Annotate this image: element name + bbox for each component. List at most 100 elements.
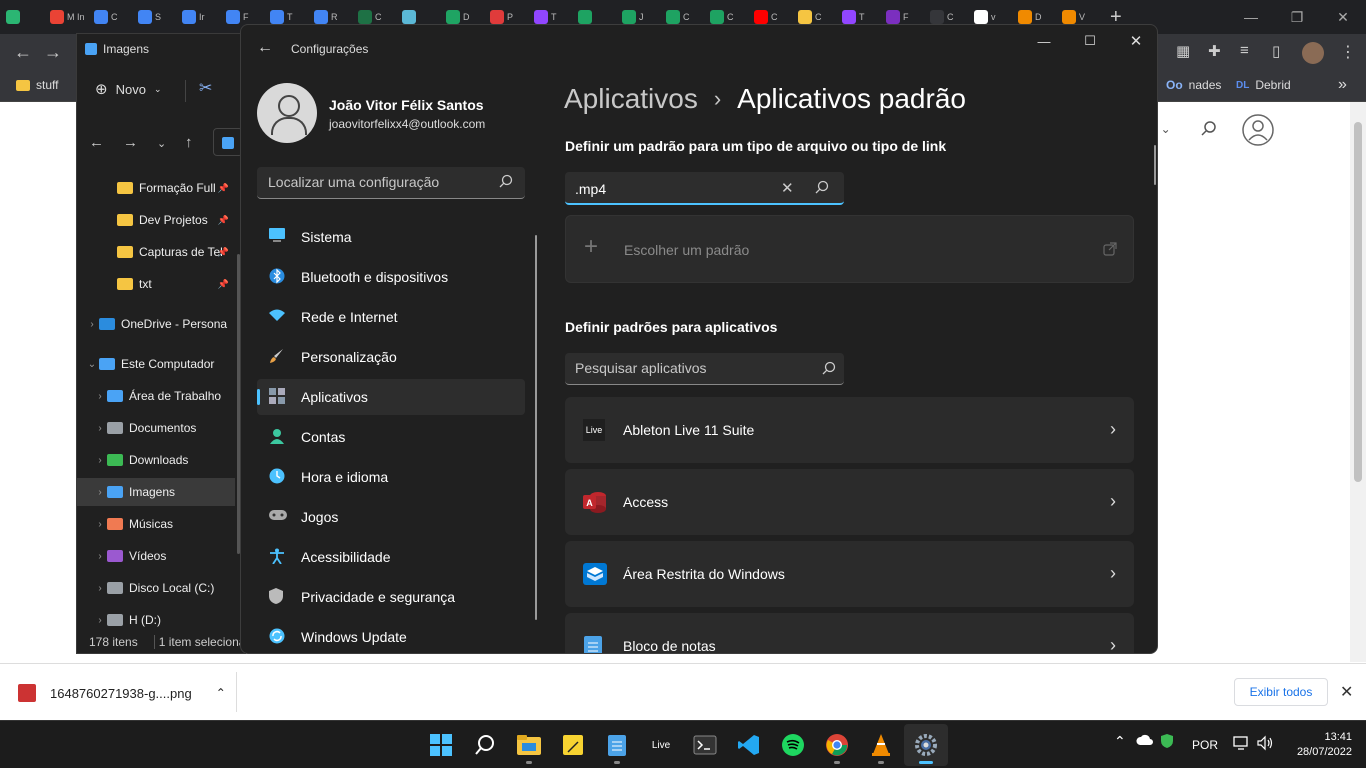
- chevron-icon[interactable]: ›: [93, 423, 107, 434]
- browser-back-icon[interactable]: ←: [14, 42, 32, 63]
- clock[interactable]: 13:41 28/07/2022: [1290, 730, 1352, 760]
- nav-item-bluetooth[interactable]: Bluetooth e dispositivos: [257, 259, 525, 295]
- nav-tree-item[interactable]: Formação Full 📌: [77, 174, 235, 202]
- nav-tree-item[interactable]: ⌄ Este Computador: [77, 350, 235, 378]
- page-account-icon[interactable]: [1242, 114, 1274, 151]
- chevron-icon[interactable]: ⌄: [85, 359, 99, 370]
- vscode-icon[interactable]: [736, 732, 762, 758]
- search-icon[interactable]: [472, 732, 498, 758]
- language-indicator[interactable]: POR: [1192, 738, 1218, 752]
- nav-item-sistema[interactable]: Sistema: [257, 219, 525, 255]
- bookmark-debrid[interactable]: DL Debrid: [1236, 78, 1291, 92]
- address-bar[interactable]: [213, 128, 243, 156]
- chevron-icon[interactable]: ›: [93, 487, 107, 498]
- nav-tree-item[interactable]: › Vídeos: [77, 542, 235, 570]
- qr-code-icon[interactable]: ▦: [1176, 42, 1190, 60]
- start-button[interactable]: [428, 732, 454, 758]
- maximize-button[interactable]: ☐: [1067, 25, 1113, 57]
- nav-tree-item[interactable]: › Músicas: [77, 510, 235, 538]
- browser-restore-button[interactable]: ❐: [1274, 0, 1320, 34]
- choose-default-card[interactable]: + Escolher um padrão: [565, 215, 1134, 283]
- nav-scrollbar[interactable]: [535, 235, 537, 620]
- browser-tab[interactable]: Ir: [176, 0, 220, 34]
- file-explorer-icon[interactable]: [516, 732, 542, 758]
- nav-tree-item[interactable]: › H (D:): [77, 606, 235, 634]
- terminal-icon[interactable]: [692, 732, 718, 758]
- nav-item-jogos[interactable]: Jogos: [257, 499, 525, 535]
- cut-icon[interactable]: ✂: [199, 78, 212, 98]
- nav-item-personalizacao[interactable]: Personalização: [257, 339, 525, 375]
- app-list-item[interactable]: Área Restrita do Windows ›: [565, 541, 1134, 607]
- browser-tab[interactable]: M In: [44, 0, 88, 34]
- show-all-downloads-button[interactable]: Exibir todos: [1234, 678, 1328, 706]
- spotify-icon[interactable]: [780, 732, 806, 758]
- breadcrumb-parent[interactable]: Aplicativos: [564, 83, 698, 115]
- nav-tree-item[interactable]: › Downloads: [77, 446, 235, 474]
- extensions-icon[interactable]: ✚: [1208, 42, 1221, 60]
- network-icon[interactable]: [1232, 735, 1250, 754]
- nav-tree-item[interactable]: › Imagens: [77, 478, 235, 506]
- nav-tree-item[interactable]: › Documentos: [77, 414, 235, 442]
- file-type-input[interactable]: .mp4 ✕: [565, 172, 844, 205]
- nav-item-rede[interactable]: Rede e Internet: [257, 299, 525, 335]
- more-bookmarks-icon[interactable]: »: [1338, 76, 1347, 94]
- nav-item-acessibilidade[interactable]: Acessibilidade: [257, 539, 525, 575]
- nav-tree-item[interactable]: txt 📌: [77, 270, 235, 298]
- chevron-icon[interactable]: ›: [93, 615, 107, 626]
- nav-tree-item[interactable]: › Área de Trabalho: [77, 382, 235, 410]
- explorer-up-icon[interactable]: ↑: [185, 134, 193, 151]
- chevron-icon[interactable]: ›: [93, 455, 107, 466]
- browser-minimize-button[interactable]: —: [1228, 0, 1274, 34]
- nav-tree-item[interactable]: Capturas de Tel 📌: [77, 238, 235, 266]
- nav-tree-item[interactable]: Dev Projetos 📌: [77, 206, 235, 234]
- clear-icon[interactable]: ✕: [781, 179, 794, 197]
- nav-item-hora[interactable]: Hora e idioma: [257, 459, 525, 495]
- page-scrollbar[interactable]: [1350, 102, 1366, 662]
- download-item[interactable]: 1648760271938-g....png ⌃: [18, 684, 226, 702]
- volume-icon[interactable]: [1256, 735, 1274, 754]
- minimize-button[interactable]: —: [1021, 25, 1067, 57]
- browser-close-button[interactable]: ✕: [1320, 0, 1366, 34]
- browser-tab[interactable]: C: [88, 0, 132, 34]
- nav-item-privacidade[interactable]: Privacidade e segurança: [257, 579, 525, 615]
- app-list-item[interactable]: Live Ableton Live 11 Suite ›: [565, 397, 1134, 463]
- app-search[interactable]: [565, 353, 844, 385]
- settings-search-input[interactable]: [257, 167, 487, 197]
- chevron-icon[interactable]: ›: [93, 551, 107, 562]
- search-icon[interactable]: [815, 180, 829, 199]
- search-icon[interactable]: [499, 174, 513, 193]
- nav-tree-item[interactable]: › OneDrive - Persona: [77, 310, 235, 338]
- browser-tab[interactable]: S: [132, 0, 176, 34]
- chevron-up-icon[interactable]: ⌃: [216, 686, 226, 700]
- explorer-back-icon[interactable]: ←: [89, 134, 104, 151]
- back-arrow-icon[interactable]: ←: [257, 39, 273, 57]
- close-download-bar-icon[interactable]: ✕: [1340, 682, 1353, 702]
- settings-gear-icon[interactable]: [913, 732, 939, 758]
- recent-locations-icon[interactable]: ⌄: [157, 137, 166, 150]
- vlc-icon[interactable]: [868, 732, 894, 758]
- browser-tab[interactable]: [0, 0, 44, 34]
- security-shield-icon[interactable]: [1160, 733, 1174, 752]
- new-button[interactable]: ⊕ Novo ⌄: [95, 80, 161, 98]
- onedrive-icon[interactable]: [1136, 734, 1154, 749]
- side-panel-icon[interactable]: ▯: [1272, 42, 1280, 60]
- nav-tree-item[interactable]: › Disco Local (C:): [77, 574, 235, 602]
- app-list-item[interactable]: A Access ›: [565, 469, 1134, 535]
- nav-item-windows[interactable]: Windows Update: [257, 619, 525, 653]
- chevron-icon[interactable]: ›: [93, 391, 107, 402]
- page-scrollbar-thumb[interactable]: [1354, 122, 1362, 482]
- nav-item-aplicativos[interactable]: Aplicativos: [257, 379, 525, 415]
- user-profile[interactable]: João Vitor Félix Santos joaovitorfelixx4…: [257, 83, 527, 143]
- chevron-icon[interactable]: ›: [93, 519, 107, 530]
- app-list-item[interactable]: Bloco de notas ›: [565, 613, 1134, 653]
- search-icon[interactable]: [822, 361, 836, 380]
- browser-menu-icon[interactable]: ⋮: [1340, 42, 1356, 62]
- browser-forward-icon[interactable]: →: [44, 42, 62, 63]
- close-button[interactable]: ✕: [1113, 25, 1157, 57]
- chevron-up-icon[interactable]: ⌃: [1114, 733, 1126, 750]
- app-search-input[interactable]: [565, 353, 805, 383]
- notepad-icon[interactable]: [604, 732, 630, 758]
- chrome-icon[interactable]: [824, 732, 850, 758]
- chevron-icon[interactable]: ›: [93, 583, 107, 594]
- bookmark-stuff[interactable]: stuff: [16, 78, 58, 92]
